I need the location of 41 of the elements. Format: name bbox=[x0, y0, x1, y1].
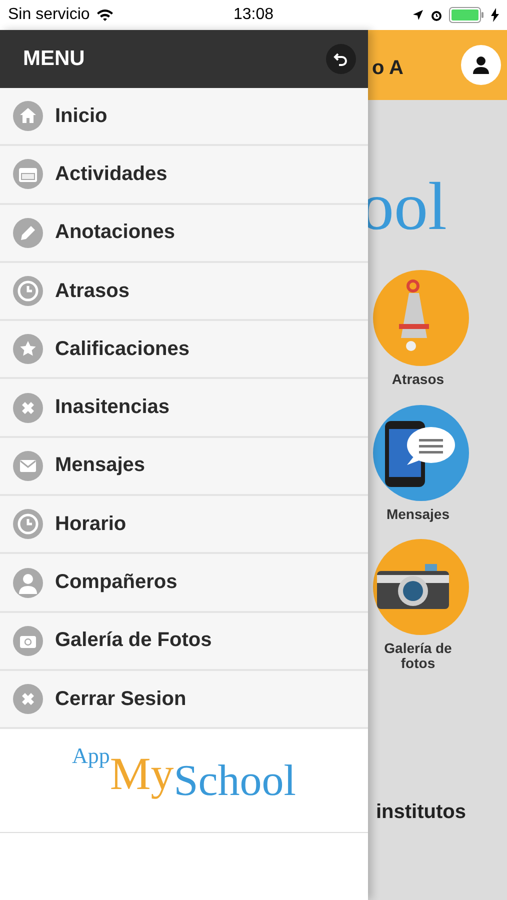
cross-icon bbox=[13, 392, 43, 423]
menu-item[interactable]: Inasitencias bbox=[0, 379, 368, 438]
header-title: o A bbox=[372, 56, 404, 80]
feature-tile[interactable]: Galería de fotos bbox=[368, 537, 468, 671]
menu-item[interactable]: Horario bbox=[0, 496, 368, 554]
wifi-icon bbox=[96, 8, 114, 22]
menu-title: MENU bbox=[23, 47, 85, 71]
location-arrow-icon bbox=[412, 9, 424, 21]
mail-icon bbox=[13, 450, 43, 481]
footer-text: institutos bbox=[376, 800, 466, 824]
charging-bolt-icon bbox=[490, 8, 499, 22]
undo-arrow-icon bbox=[333, 51, 349, 67]
menu-item[interactable]: Anotaciones bbox=[0, 204, 368, 263]
feature-tile[interactable]: Mensajes bbox=[368, 402, 468, 522]
carrier-name: Sin servicio bbox=[8, 6, 90, 24]
profile-button[interactable] bbox=[461, 45, 501, 85]
menu-item[interactable]: Inicio bbox=[0, 88, 368, 146]
pencil-icon bbox=[13, 218, 43, 248]
menu-item[interactable]: Cerrar Sesion bbox=[0, 670, 368, 730]
battery-icon bbox=[448, 7, 485, 23]
bell-icon bbox=[371, 268, 471, 368]
camera-icon bbox=[13, 626, 43, 656]
phone-message-icon bbox=[371, 402, 471, 503]
clock-icon bbox=[13, 509, 43, 540]
menu-item[interactable]: Galería de Fotos bbox=[0, 612, 368, 671]
person-icon bbox=[471, 55, 491, 75]
clock-icon bbox=[13, 276, 43, 306]
camera-icon bbox=[371, 537, 471, 638]
calendar-icon bbox=[13, 159, 43, 190]
home-icon bbox=[13, 101, 43, 132]
menu-item[interactable]: Actividades bbox=[0, 146, 368, 205]
alarm-icon bbox=[430, 8, 443, 22]
person-icon bbox=[13, 568, 43, 598]
clock-time: 13:08 bbox=[233, 6, 274, 24]
cross-icon bbox=[13, 684, 43, 714]
back-button[interactable] bbox=[326, 44, 356, 74]
menu-item[interactable]: Mensajes bbox=[0, 438, 368, 496]
menu-item[interactable]: Atrasos bbox=[0, 262, 368, 322]
menu-item[interactable]: Calificaciones bbox=[0, 321, 368, 380]
menu-item[interactable]: Compañeros bbox=[0, 554, 368, 613]
feature-tile[interactable]: Atrasos bbox=[368, 268, 468, 387]
